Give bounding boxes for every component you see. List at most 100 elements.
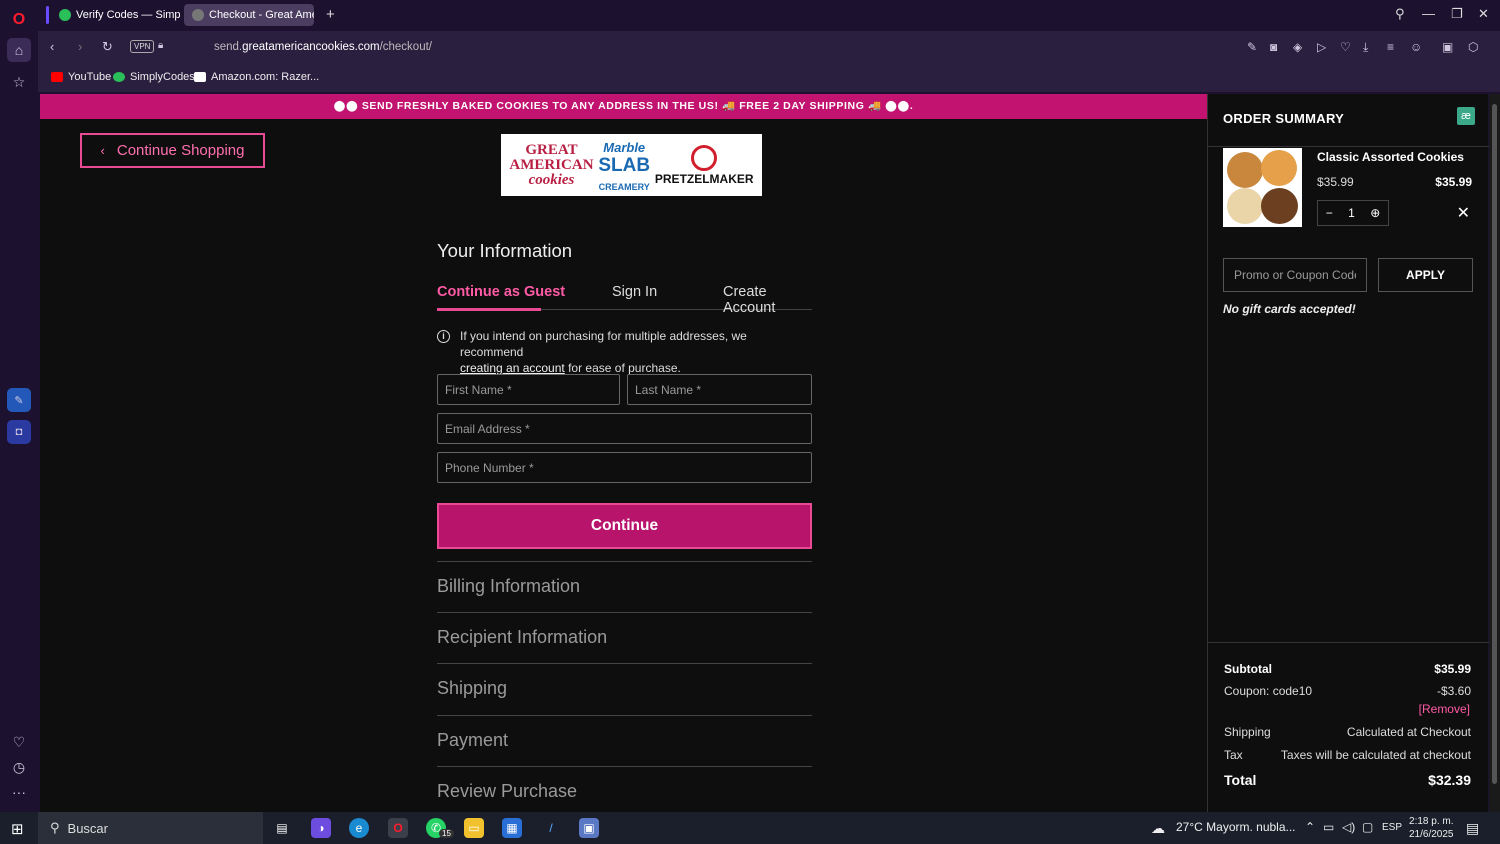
download-icon[interactable]: ⤓ xyxy=(1363,40,1368,55)
tab-sign-in[interactable]: Sign In xyxy=(612,284,657,300)
menu-icon[interactable]: ≡ xyxy=(1387,40,1394,54)
search-label: Buscar xyxy=(67,820,108,836)
tab-group-indicator xyxy=(46,6,49,24)
bookmark-simplycodes[interactable]: SimplyCodes xyxy=(113,71,195,83)
tab-checkout[interactable]: Checkout - Great America xyxy=(184,4,314,26)
search-tabs-icon[interactable]: ⚲ xyxy=(1395,6,1405,22)
maximize-icon[interactable]: ❐ xyxy=(1451,6,1463,22)
file-explorer-icon[interactable]: ▭ xyxy=(464,818,484,838)
star-icon[interactable]: ☆ xyxy=(7,70,31,94)
shield-icon[interactable]: ◈ xyxy=(1293,40,1302,54)
continue-button[interactable]: Continue xyxy=(437,503,812,549)
promo-code-input[interactable] xyxy=(1223,258,1367,292)
lock-icon[interactable]: 🔒︎ xyxy=(158,40,163,51)
scrollbar-thumb[interactable] xyxy=(1492,104,1497,784)
search-icon: ⚲ xyxy=(50,820,60,835)
remove-coupon-link[interactable]: [Remove] xyxy=(1419,702,1470,716)
more-icon[interactable]: ··· xyxy=(7,780,31,804)
address-bar: ‹ › ↻ VPN 🔒︎ send.greatamericancookies.c… xyxy=(38,31,1500,63)
continue-shopping-button[interactable]: ‹ Continue Shopping xyxy=(80,133,265,168)
tab-continue-as-guest[interactable]: Continue as Guest xyxy=(437,284,565,300)
accordion-review[interactable]: Review Purchase xyxy=(437,766,812,802)
heart-bookmark-icon[interactable]: ♡ xyxy=(1340,40,1351,54)
copilot-icon[interactable]: ◑ xyxy=(311,818,331,838)
brand-logos: GREAT AMERICAN cookies Marble SLAB CREAMERY … xyxy=(501,134,762,196)
url-path: /checkout/ xyxy=(379,41,432,53)
weather-text[interactable]: 27°C Mayorm. nubla... xyxy=(1176,820,1296,834)
network-icon[interactable]: ▭ xyxy=(1323,820,1334,834)
display-icon[interactable]: ▢ xyxy=(1362,820,1373,834)
pen-app-icon[interactable]: / xyxy=(541,818,561,838)
edge-icon[interactable]: e xyxy=(349,818,369,838)
cube-icon[interactable]: ⬡ xyxy=(1468,40,1478,54)
page-scrollbar[interactable] xyxy=(1489,94,1500,812)
last-name-field[interactable] xyxy=(627,374,812,405)
extension-badge-icon[interactable]: æ xyxy=(1457,107,1475,125)
cookie-favicon-icon xyxy=(192,9,204,21)
notifications-icon[interactable]: ▤ xyxy=(1466,820,1479,837)
plus-icon[interactable]: ⊕ xyxy=(1370,206,1380,220)
app-window-icon[interactable]: ▣ xyxy=(579,818,599,838)
volume-icon[interactable]: ◁) xyxy=(1342,820,1355,834)
chevron-up-icon[interactable]: ⌃ xyxy=(1305,820,1315,834)
back-icon[interactable]: ‹ xyxy=(50,39,54,54)
forward-icon[interactable]: › xyxy=(78,39,82,54)
coupon-label: Coupon: code10 xyxy=(1224,684,1313,698)
tab-create-account[interactable]: Create Account xyxy=(723,284,812,316)
quantity-stepper: − 1 ⊕ xyxy=(1317,200,1389,226)
aria-icon[interactable]: ✎ xyxy=(7,388,31,412)
heart-icon[interactable]: ♡ xyxy=(7,730,31,754)
minimize-icon[interactable]: — xyxy=(1422,6,1435,21)
multiple-address-notice: i If you intend on purchasing for multip… xyxy=(437,328,812,376)
messenger-icon[interactable]: ◘ xyxy=(7,420,31,444)
phone-field[interactable] xyxy=(437,452,812,483)
edit-icon[interactable]: ✎ xyxy=(1247,40,1257,54)
minus-icon[interactable]: − xyxy=(1326,206,1333,220)
tab-verify-codes[interactable]: Verify Codes — SimplyCo xyxy=(51,4,181,26)
apply-button[interactable]: APPLY xyxy=(1378,258,1473,292)
simplycodes-icon xyxy=(113,72,125,82)
history-icon[interactable]: ◷ xyxy=(7,755,31,779)
order-summary-panel: ORDER SUMMARY æ Classic Assorted Cookies… xyxy=(1207,94,1489,812)
home-icon[interactable]: ⌂ xyxy=(7,38,31,62)
tax-label: Tax xyxy=(1224,748,1243,762)
weather-icon[interactable]: ☁ xyxy=(1151,820,1165,837)
accordion-billing[interactable]: Billing Information xyxy=(437,561,812,597)
clock[interactable]: 2:18 p. m. 21/6/2025 xyxy=(1409,815,1454,841)
accordion-recipient[interactable]: Recipient Information xyxy=(437,612,812,648)
url-domain: greatamericancookies.com xyxy=(242,41,380,53)
store-icon[interactable]: ▦ xyxy=(502,818,522,838)
email-field[interactable] xyxy=(437,413,812,444)
simplycodes-favicon-icon xyxy=(59,9,71,21)
clock-time: 2:18 p. m. xyxy=(1409,816,1454,827)
great-american-cookies-logo: GREAT AMERICAN cookies xyxy=(509,141,594,188)
taskbar-search[interactable]: ⚲ Buscar xyxy=(38,812,263,844)
language-indicator[interactable]: ESP xyxy=(1382,822,1402,833)
bookmark-label: SimplyCodes xyxy=(130,71,195,83)
profile-icon[interactable]: ☺ xyxy=(1410,40,1422,54)
camera-icon[interactable]: ◙ xyxy=(1270,40,1277,54)
close-window-icon[interactable]: ✕ xyxy=(1478,6,1489,22)
bookmark-youtube[interactable]: YouTube xyxy=(51,71,111,83)
task-view-icon[interactable]: ▤ xyxy=(272,818,292,838)
accordion-payment[interactable]: Payment xyxy=(437,715,812,751)
opera-logo-icon[interactable]: O xyxy=(7,8,31,32)
create-account-link[interactable]: creating an account xyxy=(460,361,565,375)
opera-taskbar-icon[interactable]: O xyxy=(388,818,408,838)
reload-icon[interactable]: ↻ xyxy=(102,39,113,55)
url-field[interactable]: send.greatamericancookies.com/checkout/ xyxy=(214,41,432,53)
vpn-badge[interactable]: VPN xyxy=(130,40,155,53)
extension-icon[interactable]: ▣ xyxy=(1442,40,1453,54)
first-name-field[interactable] xyxy=(437,374,620,405)
windows-start-icon[interactable]: ⊞ xyxy=(11,820,24,838)
accordion-shipping[interactable]: Shipping xyxy=(437,663,812,699)
play-icon[interactable]: ▷ xyxy=(1317,40,1326,54)
bookmark-amazon[interactable]: Amazon.com: Razer... xyxy=(194,71,319,83)
checkout-page: ⬤⬤ SEND FRESHLY BAKED COOKIES TO ANY ADD… xyxy=(40,94,1207,812)
tax-value: Taxes will be calculated at checkout xyxy=(1280,748,1471,762)
clock-date: 21/6/2025 xyxy=(1409,829,1454,840)
remove-item-icon[interactable]: ✕ xyxy=(1457,203,1470,223)
new-tab-icon[interactable]: + xyxy=(326,6,335,23)
subtotal-label: Subtotal xyxy=(1224,662,1272,676)
opera-sidebar: O ⌂ ☆ ✎ ◘ ♡ ◷ ··· xyxy=(0,0,38,812)
